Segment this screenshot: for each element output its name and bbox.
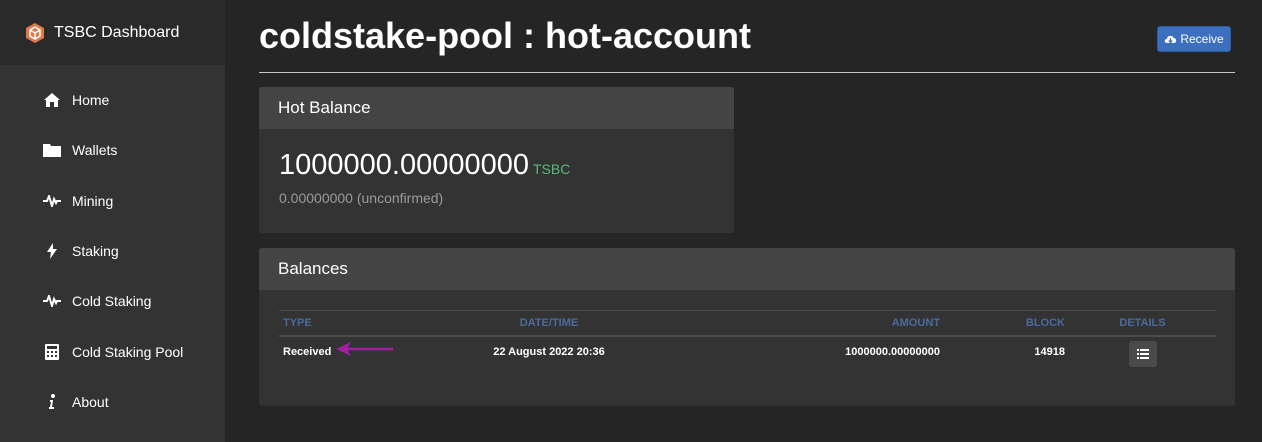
table-row: Received 22 August 2022 20:36 1000000.00… [279, 336, 1216, 367]
cloud-download-icon [1165, 35, 1177, 44]
col-block[interactable]: BLOCK [944, 310, 1069, 337]
sidebar-item-mining[interactable]: Mining [0, 176, 225, 226]
cell-details [1069, 336, 1216, 367]
col-type[interactable]: TYPE [279, 310, 459, 337]
sidebar-item-label: Staking [72, 243, 119, 260]
col-amount[interactable]: AMOUNT [639, 310, 944, 337]
sidebar-item-about[interactable]: About [0, 377, 225, 427]
sidebar-item-label: Cold Staking [72, 293, 152, 310]
arrow-left-icon [336, 342, 393, 356]
col-datetime[interactable]: DATE/TIME [459, 310, 639, 337]
receive-button-label: Receive [1180, 32, 1224, 46]
balances-title: Balances [259, 248, 1235, 290]
sidebar-item-cold-staking[interactable]: Cold Staking [0, 276, 225, 326]
balance-value: 1000000.00000000 [279, 149, 529, 181]
unconfirmed-balance: 0.00000000 (unconfirmed) [279, 190, 444, 206]
balances-panel: Balances TYPE DATE/TIME AMOUNT BLOCK DET… [259, 248, 1235, 406]
balances-table: TYPE DATE/TIME AMOUNT BLOCK DETAILS Rece… [279, 310, 1216, 367]
brand-title: TSBC Dashboard [54, 23, 180, 41]
sidebar-item-label: About [72, 393, 109, 410]
brand[interactable]: TSBC Dashboard [0, 0, 225, 65]
table-header-row: TYPE DATE/TIME AMOUNT BLOCK DETAILS [279, 310, 1216, 337]
col-details[interactable]: DETAILS [1069, 310, 1216, 337]
hot-balance-panel: Hot Balance 1000000.00000000 TSBC 0.00000… [259, 87, 734, 233]
logo-icon [26, 22, 44, 43]
list-icon [1136, 348, 1149, 359]
pulse-icon [42, 191, 62, 211]
home-icon [42, 90, 62, 110]
sidebar-item-label: Cold Staking Pool [72, 343, 184, 360]
cell-amount: 1000000.00000000 [845, 345, 940, 358]
receive-button[interactable]: Receive [1157, 26, 1231, 52]
sidebar-item-label: Mining [72, 192, 114, 209]
balance-unit: TSBC [532, 161, 571, 177]
hot-balance-amount: 1000000.00000000 TSBC [279, 149, 570, 182]
sidebar-item-label: Wallets [72, 142, 118, 159]
pulse-icon [42, 291, 62, 311]
bolt-icon [42, 241, 62, 261]
sidebar-item-staking[interactable]: Staking [0, 226, 225, 276]
sidebar-item-label: Home [72, 92, 110, 109]
sidebar: TSBC Dashboard Home Wallets Mining Staki… [0, 0, 225, 442]
hot-balance-title: Hot Balance [259, 87, 734, 129]
calculator-icon [42, 342, 62, 362]
cell-datetime: 22 August 2022 20:36 [493, 345, 605, 358]
details-button[interactable] [1128, 340, 1157, 367]
sidebar-item-home[interactable]: Home [0, 75, 225, 125]
title-divider [259, 72, 1235, 73]
folder-icon [42, 140, 62, 160]
sidebar-item-wallets[interactable]: Wallets [0, 125, 225, 175]
page-title: coldstake-pool : hot-account [259, 15, 752, 56]
info-icon [42, 392, 62, 412]
sidebar-item-cold-staking-pool[interactable]: Cold Staking Pool [0, 326, 225, 376]
cell-block: 14918 [1034, 345, 1065, 358]
